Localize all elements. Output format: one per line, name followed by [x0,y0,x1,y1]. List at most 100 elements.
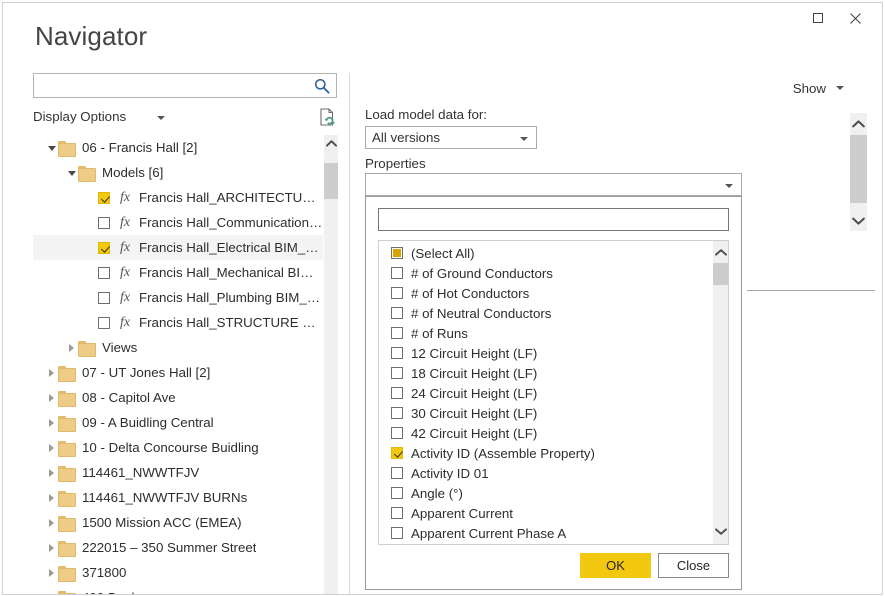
properties-list-scrollbar[interactable] [713,241,728,544]
ok-button[interactable]: OK [580,553,651,578]
tree-row[interactable]: 10 - Delta Concourse Buidling [33,435,323,460]
checkbox-indeterminate[interactable] [391,247,403,259]
properties-filter-box[interactable] [378,208,729,231]
tree-row[interactable]: 06 - Francis Hall [2] [33,135,323,160]
model-tree[interactable]: 06 - Francis Hall [2]Models [6]fxFrancis… [33,135,337,595]
properties-list[interactable]: (Select All)# of Ground Conductors# of H… [378,240,729,545]
tree-twisty[interactable] [45,460,58,485]
scroll-up-button[interactable] [713,244,728,260]
checkbox-unchecked[interactable] [391,427,403,439]
checkbox-unchecked[interactable] [98,267,110,279]
checkbox-unchecked[interactable] [391,287,403,299]
properties-combo[interactable] [365,173,742,196]
checkbox-unchecked[interactable] [391,367,403,379]
scroll-thumb[interactable] [713,263,728,285]
refresh-document-icon[interactable] [317,107,337,127]
versions-select[interactable]: All versions [365,126,537,149]
tree-twisty[interactable] [45,135,58,160]
property-list-item[interactable]: Apparent Current Phase A [379,523,714,543]
tree-row[interactable]: Views [33,335,323,360]
property-list-item[interactable]: # of Hot Conductors [379,283,714,303]
property-list-item[interactable]: Activity ID (Assemble Property) [379,443,714,463]
scroll-up-button[interactable] [324,135,338,152]
scroll-thumb[interactable] [324,163,338,199]
checkbox-unchecked[interactable] [391,527,403,539]
scroll-thumb[interactable] [850,135,867,203]
scroll-up-button[interactable] [850,115,867,132]
tree-twisty[interactable] [45,485,58,510]
tree-row[interactable]: fxFrancis Hall_Electrical BIM_EDDIE [33,235,323,260]
checkbox-unchecked[interactable] [391,467,403,479]
tree-row[interactable]: 08 - Capitol Ave [33,385,323,410]
checkbox-unchecked[interactable] [391,267,403,279]
tree-row[interactable]: fxFrancis Hall_Plumbing BIM_EDDIE [33,285,323,310]
checkbox-unchecked[interactable] [391,307,403,319]
property-list-item[interactable]: # of Ground Conductors [379,263,714,283]
tree-row[interactable]: 222015 – 350 Summer Street [33,535,323,560]
tree-row[interactable]: fxFrancis Hall_Mechanical BIM - SCHE... [33,260,323,285]
tree-twisty[interactable] [45,510,58,535]
property-list-item[interactable]: # of Neutral Conductors [379,303,714,323]
tree-twisty[interactable] [45,585,58,595]
checkbox-unchecked[interactable] [391,407,403,419]
property-list-item[interactable]: (Select All) [379,243,714,263]
tree-scrollbar[interactable] [324,135,338,595]
property-list-item[interactable]: 30 Circuit Height (LF) [379,403,714,423]
checkbox-checked[interactable] [391,447,403,459]
display-options-label[interactable]: Display Options [33,109,126,124]
twisty-collapsed-icon [49,469,54,477]
checkbox-unchecked[interactable] [391,347,403,359]
scroll-down-button[interactable] [850,212,867,229]
property-list-item[interactable]: Activity ID 01 [379,463,714,483]
tree-row[interactable]: 114461_NWWTFJV [33,460,323,485]
close-button[interactable] [838,5,872,31]
chevron-down-icon[interactable] [157,116,165,120]
tree-row[interactable]: 1500 Mission ACC (EMEA) [33,510,323,535]
twisty-collapsed-icon [49,544,54,552]
property-list-item[interactable]: 24 Circuit Height (LF) [379,383,714,403]
tree-twisty[interactable] [45,410,58,435]
scroll-down-button[interactable] [713,523,728,539]
tree-twisty[interactable] [45,435,58,460]
search-input[interactable] [34,74,306,97]
search-box[interactable] [33,73,337,98]
close-dropdown-button[interactable]: Close [658,553,729,578]
search-icon[interactable] [313,77,331,95]
checkbox-unchecked[interactable] [391,507,403,519]
tree-row[interactable]: 09 - A Buidling Central [33,410,323,435]
tree-row[interactable]: Models [6] [33,160,323,185]
property-list-item[interactable]: 12 Circuit Height (LF) [379,343,714,363]
tree-twisty[interactable] [65,335,78,360]
checkbox-checked[interactable] [98,192,110,204]
property-list-item[interactable]: # of Runs [379,323,714,343]
properties-label: Properties [365,156,426,171]
checkbox-unchecked[interactable] [391,387,403,399]
property-list-item[interactable]: Apparent Current Phase B [379,543,714,545]
property-list-item[interactable]: 18 Circuit Height (LF) [379,363,714,383]
checkbox-unchecked[interactable] [391,327,403,339]
tree-twisty[interactable] [45,560,58,585]
maximize-button[interactable] [801,5,835,31]
tree-row[interactable]: 371800 [33,560,323,585]
property-list-item[interactable]: Angle (°) [379,483,714,503]
checkbox-unchecked[interactable] [98,292,110,304]
tree-row[interactable]: fxFrancis Hall_ARCHITECTURE BIM_20... [33,185,323,210]
checkbox-unchecked[interactable] [98,217,110,229]
tree-row[interactable]: fxFrancis Hall_Communications BIM_E... [33,210,323,235]
tree-row[interactable]: 114461_NWWTFJV BURNs [33,485,323,510]
properties-filter-input[interactable] [379,209,728,230]
checkbox-unchecked[interactable] [98,317,110,329]
checkbox-checked[interactable] [98,242,110,254]
tree-twisty[interactable] [65,160,78,185]
tree-row[interactable]: 400 Beale [33,585,323,595]
property-list-item[interactable]: 42 Circuit Height (LF) [379,423,714,443]
tree-twisty[interactable] [45,360,58,385]
show-dropdown[interactable]: Show [793,78,844,98]
property-list-item[interactable]: Apparent Current [379,503,714,523]
right-pane-scrollbar[interactable] [850,113,867,231]
tree-twisty[interactable] [45,385,58,410]
tree-row[interactable]: 07 - UT Jones Hall [2] [33,360,323,385]
tree-row[interactable]: fxFrancis Hall_STRUCTURE BIM_ EDDIE [33,310,323,335]
checkbox-unchecked[interactable] [391,487,403,499]
tree-twisty[interactable] [45,535,58,560]
